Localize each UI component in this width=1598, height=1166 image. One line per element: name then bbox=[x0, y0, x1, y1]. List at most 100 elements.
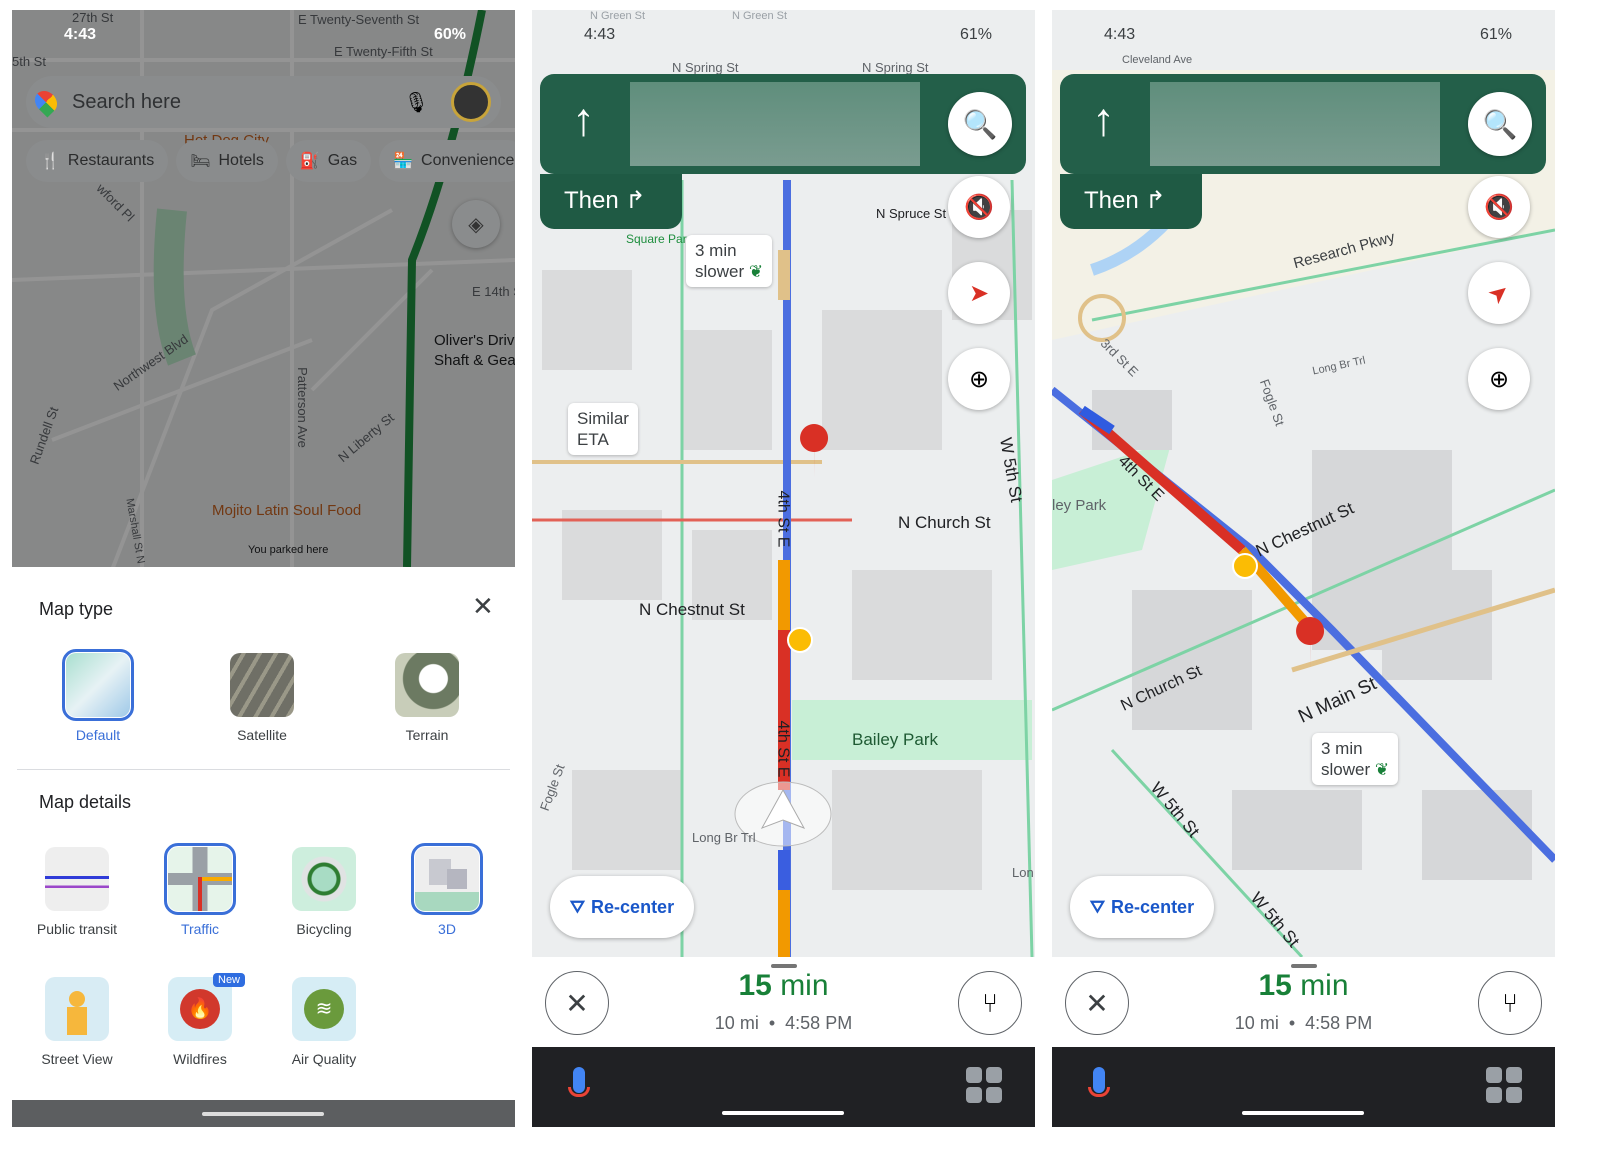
avatar[interactable] bbox=[451, 82, 491, 122]
map-label: N Green St bbox=[732, 10, 788, 22]
mute-button[interactable]: 🔇 bbox=[1468, 176, 1530, 238]
default-map-icon bbox=[62, 649, 134, 721]
navigation-arrow-icon: ⛛ bbox=[569, 896, 586, 917]
status-time: 4:43 bbox=[1104, 26, 1136, 43]
map-label: Long Br Trl bbox=[692, 830, 756, 845]
eta-value: 15 bbox=[1258, 969, 1292, 1002]
microphone-icon[interactable]: 🎙 bbox=[404, 90, 429, 115]
drag-handle[interactable] bbox=[1291, 964, 1317, 968]
trip-distance: 10 mi bbox=[1234, 1013, 1279, 1033]
recenter-button[interactable]: ⛛ Re-center bbox=[1070, 876, 1214, 938]
bubble-line: 3 min bbox=[695, 241, 737, 260]
route-alt-bubble[interactable]: Similar ETA bbox=[568, 403, 638, 455]
map-type-default[interactable]: Default bbox=[43, 649, 153, 743]
home-gesture-bar[interactable] bbox=[1242, 1111, 1364, 1115]
straight-arrow-icon: ↑ bbox=[1092, 93, 1115, 145]
turn-right-icon: ↱ bbox=[1145, 187, 1166, 214]
compass-button[interactable]: ➤ bbox=[1468, 262, 1530, 324]
tile-label: Default bbox=[75, 727, 121, 743]
navigation-screen-3d: Research Pkwy 3rd St E Fogle St Long Br … bbox=[1052, 10, 1555, 1127]
chip-gas[interactable]: ⛽ Gas bbox=[285, 140, 372, 182]
home-gesture-bar[interactable] bbox=[202, 1112, 324, 1116]
report-button[interactable]: ⊕ bbox=[1468, 348, 1530, 410]
terrain-map-icon bbox=[395, 653, 459, 717]
home-gesture-bar[interactable] bbox=[722, 1111, 844, 1115]
alternate-routes-button[interactable]: ⑂ bbox=[958, 971, 1022, 1035]
eco-leaf-icon: ❦ bbox=[1374, 760, 1390, 779]
battery-level: 60% bbox=[434, 26, 467, 43]
alternate-routes-button[interactable]: ⑂ bbox=[1478, 971, 1542, 1035]
trip-details: 10 mi • 4:58 PM bbox=[532, 1013, 1035, 1034]
recenter-label: Re-center bbox=[1111, 896, 1195, 917]
detail-bicycling[interactable]: Bicycling bbox=[269, 847, 379, 937]
arrival-time: 4:58 PM bbox=[785, 1013, 853, 1033]
detail-street-view[interactable]: Street View bbox=[22, 977, 132, 1067]
bubble-line: slower bbox=[695, 262, 745, 281]
search-icon: 🔍 bbox=[962, 108, 998, 140]
detail-traffic[interactable]: Traffic bbox=[145, 843, 255, 937]
trip-distance: 10 mi bbox=[714, 1013, 759, 1033]
close-icon[interactable]: ✕ bbox=[472, 591, 494, 622]
detail-public-transit[interactable]: Public transit bbox=[22, 847, 132, 937]
compass-button[interactable]: ➤ bbox=[948, 262, 1010, 324]
apps-grid-icon[interactable] bbox=[966, 1067, 1002, 1103]
detail-air-quality[interactable]: ≋ Air Quality bbox=[269, 977, 379, 1067]
satellite-map-icon bbox=[230, 653, 294, 717]
assistant-bar bbox=[532, 1047, 1035, 1127]
detail-3d[interactable]: 3D bbox=[392, 843, 502, 937]
apps-grid-icon[interactable] bbox=[1486, 1067, 1522, 1103]
system-nav-bar bbox=[12, 1100, 515, 1127]
straight-arrow-icon: ↑ bbox=[572, 93, 595, 145]
route-alt-bubble[interactable]: 3 min slower ❦ bbox=[1312, 733, 1399, 785]
map-label: 4th St E bbox=[774, 720, 792, 778]
chip-convenience[interactable]: 🏪 Convenience bbox=[379, 140, 515, 182]
map-type-satellite[interactable]: Satellite bbox=[207, 653, 317, 743]
drag-handle[interactable] bbox=[771, 964, 797, 968]
chip-hotels[interactable]: 🛏 Hotels bbox=[176, 140, 278, 182]
mute-button[interactable]: 🔇 bbox=[948, 176, 1010, 238]
map-label: Lon bbox=[1012, 865, 1034, 880]
map-label: Bailey Park bbox=[852, 730, 938, 749]
search-bar[interactable]: Search here 🎙 bbox=[26, 76, 501, 128]
search-button[interactable]: 🔍 bbox=[1468, 92, 1532, 156]
eta-value: 15 bbox=[738, 969, 772, 1002]
sound-off-icon: 🔇 bbox=[964, 193, 994, 221]
fork-route-icon: ⑂ bbox=[982, 987, 998, 1018]
assistant-mic-icon[interactable] bbox=[1088, 1067, 1110, 1107]
route-alt-bubble[interactable]: 3 min slower ❦ bbox=[686, 235, 773, 287]
recenter-label: Re-center bbox=[591, 896, 675, 917]
map-label: 4th St E bbox=[774, 490, 792, 548]
battery-level: 61% bbox=[1480, 26, 1513, 43]
gas-pump-icon: ⛽ bbox=[299, 153, 320, 170]
turn-right-icon: ↱ bbox=[625, 187, 646, 214]
map-details-title: Map details bbox=[39, 792, 132, 812]
search-button[interactable]: 🔍 bbox=[948, 92, 1012, 156]
map-label: N Church St bbox=[898, 513, 991, 532]
separator: • bbox=[768, 1013, 776, 1033]
detail-wildfires[interactable]: 🔥 Wildfires New bbox=[145, 973, 255, 1067]
search-input[interactable]: Search here bbox=[72, 91, 404, 114]
then-next-turn: Then ↱ bbox=[1060, 174, 1202, 229]
trip-summary-card[interactable]: ✕ 15 min 10 mi • 4:58 PM ⑂ bbox=[1052, 957, 1555, 1049]
map-label: N Green St bbox=[590, 10, 646, 22]
then-label: Then bbox=[564, 187, 619, 214]
chip-restaurants[interactable]: 🍴 Restaurants bbox=[26, 140, 169, 182]
trip-summary-card[interactable]: ✕ 15 min 10 mi • 4:58 PM ⑂ bbox=[532, 957, 1035, 1049]
new-badge: New bbox=[213, 973, 246, 987]
assistant-mic-icon[interactable] bbox=[568, 1067, 590, 1107]
tile-label: Terrain bbox=[405, 727, 449, 743]
layers-button[interactable]: ◈ bbox=[452, 200, 500, 248]
report-button[interactable]: ⊕ bbox=[948, 348, 1010, 410]
map-type-sheet: Map type ✕ Default Satellite Terrain Map… bbox=[12, 567, 515, 1100]
chip-label: Hotels bbox=[218, 152, 264, 169]
tile-label: Traffic bbox=[180, 921, 220, 937]
map-type-terrain[interactable]: Terrain bbox=[372, 653, 482, 743]
category-chips: 🍴 Restaurants 🛏 Hotels ⛽ Gas 🏪 Convenience bbox=[26, 140, 515, 182]
search-icon: 🔍 bbox=[1482, 108, 1518, 140]
trip-details: 10 mi • 4:58 PM bbox=[1052, 1013, 1555, 1034]
traffic-icon bbox=[164, 843, 236, 915]
recenter-button[interactable]: ⛛ Re-center bbox=[550, 876, 694, 938]
chip-label: Convenience bbox=[421, 152, 515, 169]
fork-route-icon: ⑂ bbox=[1502, 987, 1518, 1018]
compass-icon: ➤ bbox=[1482, 276, 1516, 310]
